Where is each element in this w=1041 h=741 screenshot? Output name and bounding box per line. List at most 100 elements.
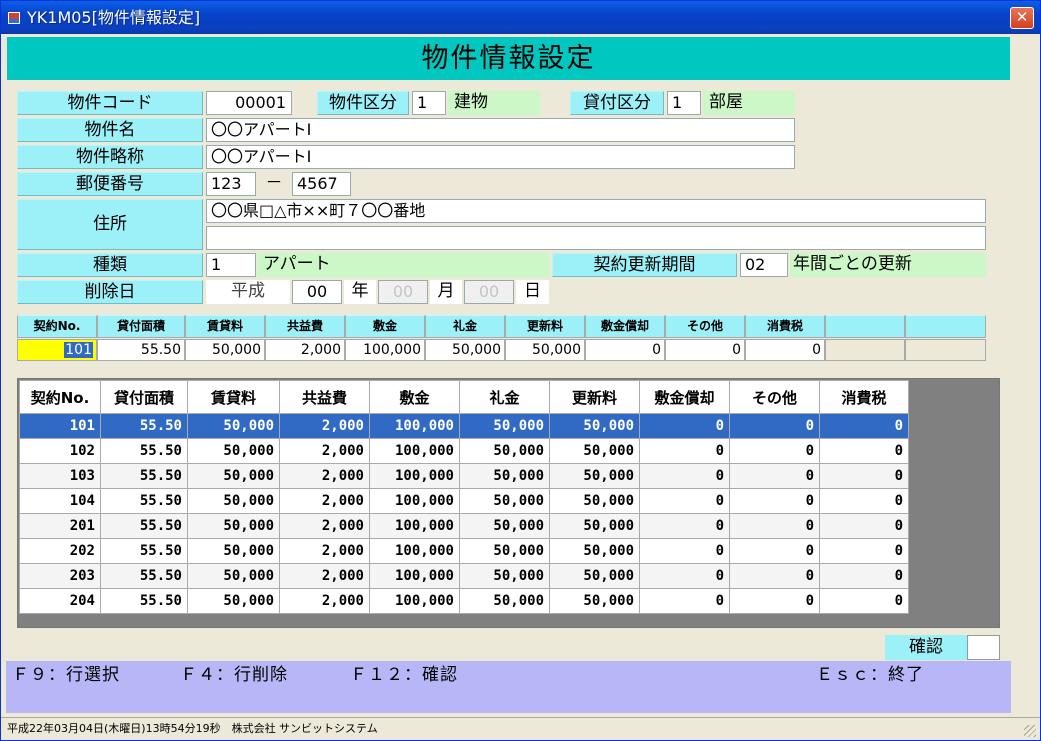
grid-header-cell[interactable]: 賃貸料 [187,380,280,414]
table-cell: 2,000 [279,463,370,489]
table-cell: 0 [639,588,730,614]
edit-header-row: 契約No. 貸付面積 賃貸料 共益費 敷金 礼金 更新料 敷金償却 その他 消費… [17,315,986,338]
table-cell: 0 [639,413,730,439]
name-field[interactable]: 〇〇アパートⅠ [206,118,795,142]
table-cell: 50,000 [187,563,280,589]
table-cell: 50,000 [549,463,640,489]
edit-key-money-field[interactable]: 50,000 [425,339,505,361]
table-cell: 100,000 [369,513,460,539]
table-cell: 104 [19,488,101,514]
edit-header-cell: その他 [665,315,745,338]
short-name-field[interactable]: 〇〇アパートⅠ [206,145,795,169]
esc-hint[interactable]: Ｅｓｃ：終了 [816,663,924,687]
edit-deposit-amort-field[interactable]: 0 [585,339,665,361]
table-cell: 0 [729,588,820,614]
grid-header-cell[interactable]: 礼金 [459,380,550,414]
table-cell: 100,000 [369,438,460,464]
edit-other-field[interactable]: 0 [665,339,745,361]
edit-header-cell: 共益費 [265,315,345,338]
f12-hint[interactable]: Ｆ１２：確認 [350,663,458,687]
code-label: 物件コード [17,91,203,115]
table-row[interactable]: 104 55.50 50,000 2,000 100,000 50,000 50,000 0 0… [19,488,909,514]
table-cell: 0 [729,463,820,489]
page-title: 物件情報設定 [421,43,596,74]
table-cell: 55.50 [100,413,188,439]
code-field[interactable]: 00001 [206,91,292,115]
table-row[interactable]: 203 55.50 50,000 2,000 100,000 50,000 50,000 0 0… [19,563,909,589]
grid-header-cell[interactable]: 共益費 [279,380,370,414]
table-cell: 0 [729,513,820,539]
close-button[interactable]: ✕ [1010,7,1034,29]
address-field-2[interactable] [206,226,986,250]
contract-table: 契約No. 貸付面積 賃貸料 共益費 敷金 礼金 更新料 敷金償却 その他 消費… [19,380,909,614]
table-cell: 50,000 [187,413,280,439]
renew-suffix: 年間ごとの更新 [790,253,986,277]
edit-contract-no-field[interactable]: 101 [17,339,97,361]
table-cell: 50,000 [549,513,640,539]
short-name-label: 物件略称 [17,145,203,169]
grid-header-cell[interactable]: 貸付面積 [100,380,188,414]
resize-grip-icon[interactable] [1024,725,1036,737]
table-cell: 100,000 [369,488,460,514]
type-field[interactable]: 1 [206,253,256,277]
grid-header-cell[interactable]: 敷金償却 [639,380,730,414]
address-field-1[interactable]: 〇〇県□△市××町７〇〇番地 [206,199,986,223]
table-cell: 0 [819,513,909,539]
edit-header-cell: 契約No. [17,315,97,338]
table-cell: 0 [819,413,909,439]
grid-header-cell[interactable]: その他 [729,380,820,414]
grid-header-cell[interactable]: 消費税 [819,380,909,414]
confirm-field[interactable] [967,635,1000,660]
edit-area-field[interactable]: 55.50 [97,339,185,361]
edit-rent-field[interactable]: 50,000 [185,339,265,361]
f9-hint[interactable]: Ｆ９：行選択 [12,663,120,687]
edit-header-cell: 賃貸料 [185,315,265,338]
day-field[interactable]: 00 [464,280,514,304]
grid-header-cell[interactable]: 敷金 [369,380,460,414]
kubun-field[interactable]: 1 [412,91,446,115]
renew-field[interactable]: 02 [740,253,788,277]
grid-body: 101 55.50 50,000 2,000 100,000 50,000 50,000 0 0… [19,413,909,614]
kashi-label: 貸付区分 [570,91,664,115]
year-field[interactable]: 00 [292,280,342,304]
f4-hint[interactable]: Ｆ４：行削除 [180,663,288,687]
table-cell: 101 [19,413,101,439]
table-row[interactable]: 101 55.50 50,000 2,000 100,000 50,000 50,000 0 0… [19,413,909,439]
main-window: YK1M05[物件情報設定] ✕ 物件情報設定 物件コード 00001 物件区分… [0,0,1041,741]
table-cell: 50,000 [549,488,640,514]
table-cell: 0 [729,563,820,589]
table-row[interactable]: 103 55.50 50,000 2,000 100,000 50,000 50,000 0 0… [19,463,909,489]
table-cell: 0 [819,438,909,464]
edit-input-row: 101 55.50 50,000 2,000 100,000 50,000 50… [17,339,986,362]
month-field[interactable]: 00 [378,280,428,304]
table-cell: 55.50 [100,563,188,589]
table-row[interactable]: 204 55.50 50,000 2,000 100,000 50,000 50,000 0 0… [19,588,909,614]
table-row[interactable]: 102 55.50 50,000 2,000 100,000 50,000 50,000 0 0… [19,438,909,464]
table-cell: 100,000 [369,413,460,439]
table-cell: 100,000 [369,588,460,614]
contract-grid[interactable]: 契約No. 貸付面積 賃貸料 共益費 敷金 礼金 更新料 敷金償却 その他 消費… [17,378,1000,628]
zip-field-2[interactable]: 4567 [292,172,351,196]
table-cell: 202 [19,538,101,564]
table-cell: 2,000 [279,538,370,564]
function-key-bar: Ｆ９：行選択 Ｆ４：行削除 Ｆ１２：確認 Ｅｓｃ：終了 [6,661,1011,713]
table-row[interactable]: 202 55.50 50,000 2,000 100,000 50,000 50,000 0 0… [19,538,909,564]
table-cell: 2,000 [279,488,370,514]
edit-deposit-field[interactable]: 100,000 [345,339,425,361]
title-bar[interactable]: YK1M05[物件情報設定] ✕ [1,1,1040,34]
edit-tax-field[interactable]: 0 [745,339,825,361]
zip-field-1[interactable]: 123 [206,172,256,196]
edit-renewal-fee-field[interactable]: 50,000 [505,339,585,361]
status-text: 平成22年03月04日(木曜日)13時54分19秒 株式会社 サンビットシステム [7,722,378,735]
table-cell: 55.50 [100,438,188,464]
edit-common-fee-field[interactable]: 2,000 [265,339,345,361]
table-cell: 2,000 [279,588,370,614]
table-row[interactable]: 201 55.50 50,000 2,000 100,000 50,000 50,000 0 0… [19,513,909,539]
type-name: アパート [257,253,549,277]
grid-header-cell[interactable]: 契約No. [19,380,101,414]
grid-header-cell[interactable]: 更新料 [549,380,640,414]
table-cell: 100,000 [369,538,460,564]
kashi-field[interactable]: 1 [667,91,701,115]
table-cell: 0 [819,538,909,564]
edit-header-cell: 礼金 [425,315,505,338]
